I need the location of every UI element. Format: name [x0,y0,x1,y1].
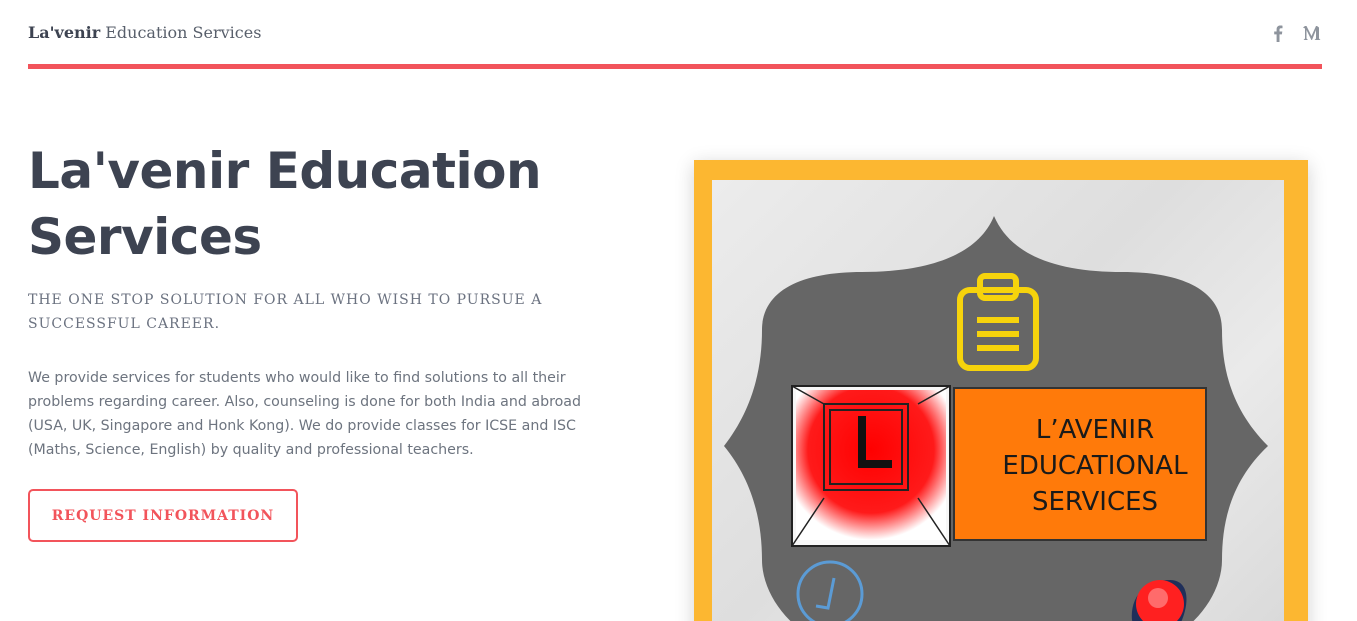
page-title: La'venir Education Services [28,142,542,266]
brand-logo[interactable]: La'venir Education Services [28,23,261,42]
brand-name-rest: Education Services [105,23,262,42]
poster-title-line3: SERVICES [1031,487,1159,517]
request-information-button[interactable]: REQUEST INFORMATION [28,489,298,542]
poster-title-line1: L’AVENIR [1035,415,1155,445]
hero-image: L’AVENIR EDUCATIONAL SERVICES [694,160,1308,621]
social-links [1268,22,1322,44]
site-header: La'venir Education Services [28,0,1322,70]
hero-description: We provide services for students who wou… [28,370,581,458]
header-divider [28,64,1322,69]
brand-name-bold: La'venir [28,23,101,42]
medium-icon[interactable] [1302,22,1322,44]
facebook-icon[interactable] [1268,22,1288,44]
poster-title: L’AVENIR EDUCATIONAL SERVICES [970,412,1220,520]
poster-title-line2: EDUCATIONAL [1002,451,1188,481]
hero-subtitle: THE ONE STOP SOLUTION FOR ALL WHO WISH T… [28,292,543,332]
poster-artwork [724,216,1268,621]
l-logo [791,385,951,547]
poster-background: L’AVENIR EDUCATIONAL SERVICES [712,180,1284,621]
